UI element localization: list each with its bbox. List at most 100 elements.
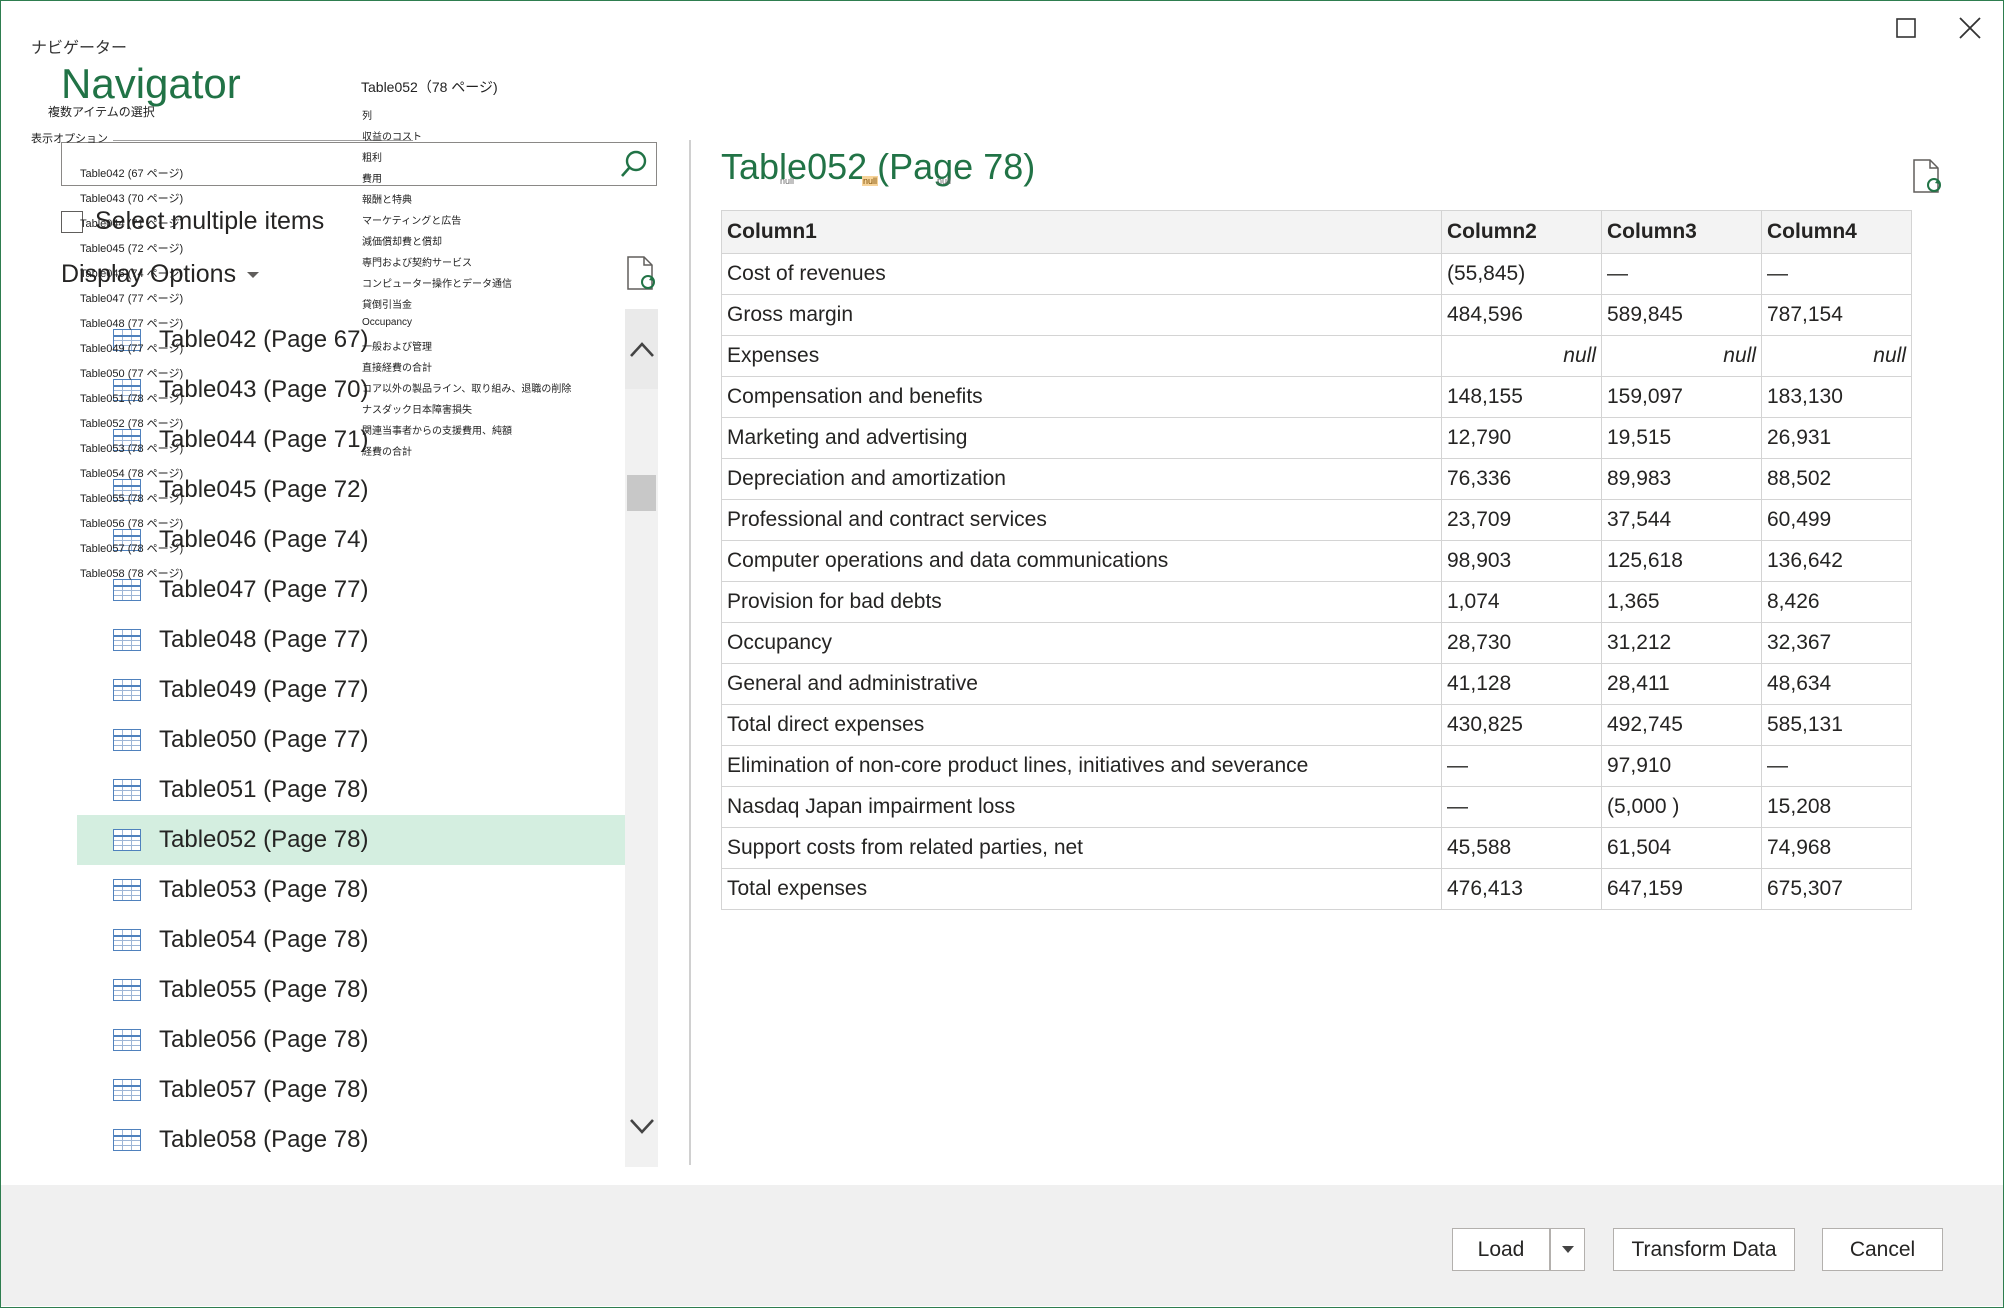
list-item-label: Table057 (Page 78) (159, 1076, 369, 1103)
list-item[interactable]: Table055 (Page 78) (77, 965, 625, 1015)
list-item[interactable]: Table051 (Page 78) (77, 765, 625, 815)
table-cell: 76,336 (1441, 458, 1602, 500)
maximize-button[interactable] (1886, 8, 1926, 48)
select-multiple-label-jp: 複数アイテムの選択 (48, 105, 155, 119)
table-cell: Cost of revenues (721, 253, 1442, 295)
table-icon (113, 779, 141, 801)
list-item[interactable]: Table056 (Page 78) (77, 1015, 625, 1065)
preview-row-jp: 専門および契約サービス (362, 258, 472, 269)
preview-row-jp: マーケティングと広告 (362, 216, 462, 227)
list-item-jp: Table052 (78 ページ) (80, 418, 184, 430)
null-marker-highlight: null (862, 176, 879, 186)
null-marker: null (937, 176, 952, 186)
list-item[interactable]: Table052 (Page 78) (77, 815, 625, 865)
scroll-up-button[interactable] (625, 309, 658, 389)
table-cell: null (1761, 335, 1912, 377)
refresh-preview-icon[interactable] (1908, 158, 1944, 194)
table-cell: Total expenses (721, 868, 1442, 910)
table-cell: 32,367 (1761, 622, 1912, 664)
table-cell: Nasdaq Japan impairment loss (721, 786, 1442, 828)
list-item[interactable]: Table054 (Page 78) (77, 915, 625, 965)
cancel-button[interactable]: Cancel (1822, 1228, 1943, 1271)
preview-row-jp: 減価償却費と償却 (362, 237, 442, 248)
table-cell: 484,596 (1441, 294, 1602, 336)
preview-title: Table052 (Page 78) (721, 146, 1036, 187)
table-cell: 125,618 (1601, 540, 1762, 582)
preview-row-jp: Occupancy (362, 317, 413, 328)
chevron-down-icon (629, 1119, 654, 1134)
table-row: Elimination of non-core product lines, i… (721, 745, 1912, 787)
table-cell: Professional and contract services (721, 499, 1442, 541)
table-icon (113, 629, 141, 651)
list-item[interactable]: Table048 (Page 77) (77, 615, 625, 665)
transform-data-button[interactable]: Transform Data (1613, 1228, 1795, 1271)
table-cell: (5,000 ) (1601, 786, 1762, 828)
load-dropdown-button[interactable] (1550, 1228, 1585, 1271)
column-header[interactable]: Column2 (1441, 210, 1602, 254)
table-cell: 136,642 (1761, 540, 1912, 582)
table-cell: 37,544 (1601, 499, 1762, 541)
table-cell: Gross margin (721, 294, 1442, 336)
list-item[interactable]: Table050 (Page 77) (77, 715, 625, 765)
preview-row-jp: 一般および管理 (362, 342, 432, 353)
list-item-label: Table047 (Page 77) (159, 576, 369, 603)
list-item-label: Table056 (Page 78) (159, 1026, 369, 1053)
scrollbar-track[interactable] (625, 309, 658, 1167)
list-item-label: Table055 (Page 78) (159, 976, 369, 1003)
list-item[interactable]: Table058 (Page 78) (77, 1115, 625, 1165)
table-cell: — (1441, 786, 1602, 828)
list-item-label: Table046 (Page 74) (159, 526, 369, 553)
table-cell: 61,504 (1601, 827, 1762, 869)
table-cell: 26,931 (1761, 417, 1912, 459)
table-cell: General and administrative (721, 663, 1442, 705)
column-header[interactable]: Column1 (721, 210, 1442, 254)
table-cell: 183,130 (1761, 376, 1912, 418)
table-cell: 28,411 (1601, 663, 1762, 705)
list-item-label: Table051 (Page 78) (159, 776, 369, 803)
scrollbar-thumb[interactable] (627, 475, 656, 511)
table-row: Total direct expenses 430,825 492,745 585,1… (721, 704, 1912, 746)
pane-divider (689, 140, 691, 1165)
column-header[interactable]: Column4 (1761, 210, 1912, 254)
table-row: Marketing and advertising 12,790 19,515 26,… (721, 417, 1912, 459)
table-list-jp: Table042 (67 ページ) Table043 (70 ページ) Table0… (80, 165, 183, 590)
table-cell: 787,154 (1761, 294, 1912, 336)
table-cell: — (1761, 253, 1912, 295)
list-item-jp: Table056 (78 ページ) (80, 518, 184, 530)
list-item-jp: Table044 (71 ページ) (80, 218, 184, 230)
table-row: Support costs from related parties, net 4… (721, 827, 1912, 869)
list-item-jp: Table058 (78 ページ) (80, 568, 184, 580)
list-item-label: Table058 (Page 78) (159, 1126, 369, 1153)
table-cell: Elimination of non-core product lines, i… (721, 745, 1442, 787)
preview-row-jp: ナスダック日本障害損失 (362, 405, 472, 416)
table-icon (113, 929, 141, 951)
list-item[interactable]: Table053 (Page 78) (77, 865, 625, 915)
preview-row-jp: 粗利 (362, 153, 382, 164)
display-options-label-jp: 表示オプション (31, 133, 108, 145)
refresh-preview-icon[interactable] (622, 255, 658, 291)
table-row: Occupancy 28,730 31,212 32,367 (721, 622, 1912, 664)
search-icon[interactable] (616, 146, 652, 182)
list-item-jp: Table049 (77 ページ) (80, 343, 184, 355)
table-cell: 23,709 (1441, 499, 1602, 541)
scroll-down-button[interactable] (625, 1087, 658, 1167)
table-row: Total expenses 476,413 647,159 675,307 (721, 868, 1912, 910)
load-button[interactable]: Load (1452, 1228, 1550, 1271)
table-icon (113, 879, 141, 901)
list-item[interactable]: Table049 (Page 77) (77, 665, 625, 715)
table-cell: Occupancy (721, 622, 1442, 664)
column-header[interactable]: Column3 (1601, 210, 1762, 254)
preview-row-jp: 関連当事者からの支援費用、純額 (362, 426, 512, 437)
list-item-label: Table053 (Page 78) (159, 876, 369, 903)
table-icon (113, 979, 141, 1001)
close-button[interactable] (1950, 8, 1990, 48)
table-row: Cost of revenues (55,845) — — (721, 253, 1912, 295)
preview-rows-jp: 列収益のコスト 粗利 費用 報酬と特典 マーケティングと広告 減価償却費と償却 専門および契… (362, 107, 571, 464)
table-cell: 647,159 (1601, 868, 1762, 910)
list-item[interactable]: Table057 (Page 78) (77, 1065, 625, 1115)
table-cell: 98,903 (1441, 540, 1602, 582)
list-item-jp: Table047 (77 ページ) (80, 293, 184, 305)
table-row: Computer operations and data communicati… (721, 540, 1912, 582)
table-row: Provision for bad debts 1,074 1,365 8,426 (721, 581, 1912, 623)
table-cell: Compensation and benefits (721, 376, 1442, 418)
